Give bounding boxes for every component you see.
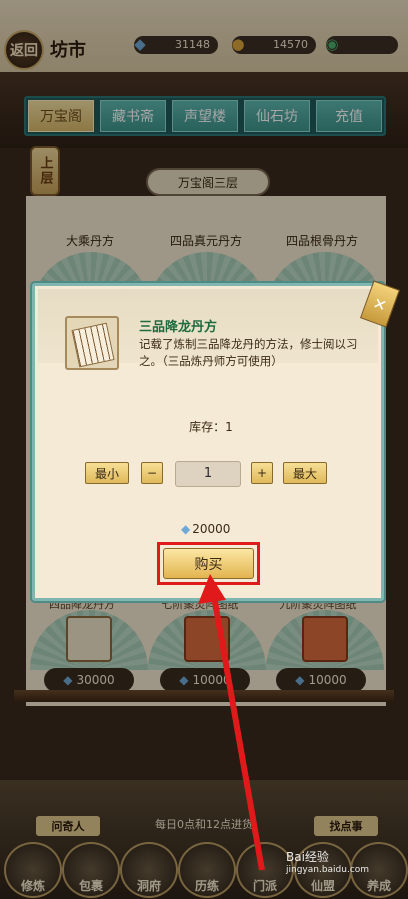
pointer-arrow-icon bbox=[198, 574, 265, 871]
watermark: Bai经验 jingyan.baidu.com bbox=[286, 848, 369, 875]
watermark-url: jingyan.baidu.com bbox=[286, 865, 370, 875]
watermark-brand: Bai经验 bbox=[286, 850, 329, 864]
